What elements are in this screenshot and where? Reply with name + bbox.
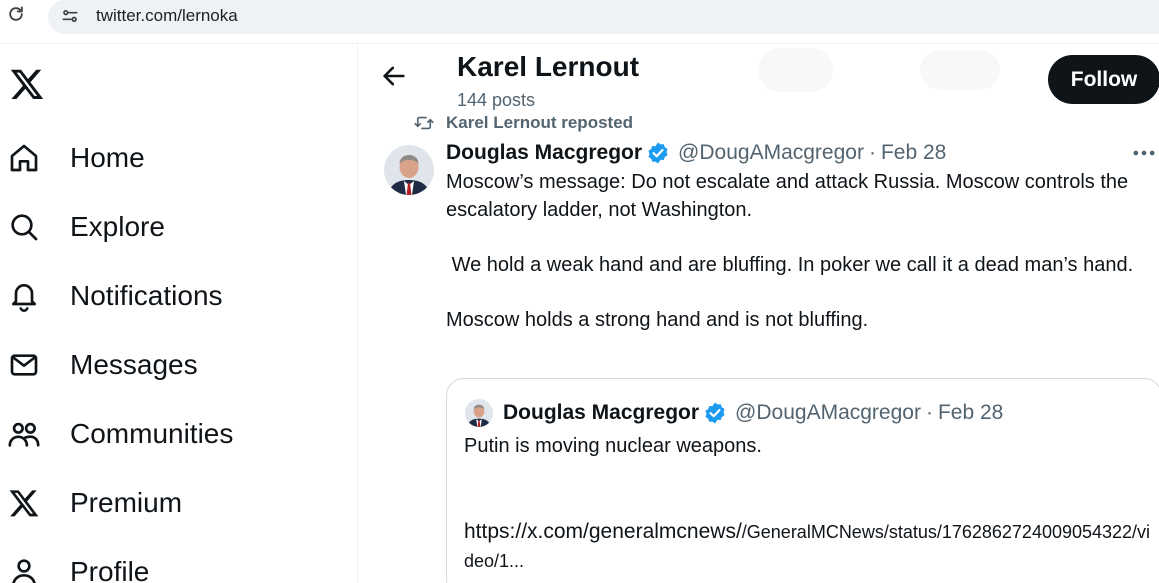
sidebar-item-label: Explore [70, 211, 165, 242]
envelope-icon [6, 347, 42, 383]
sidebar-item-messages[interactable]: Messages [6, 340, 306, 390]
sidebar-item-profile[interactable]: Profile [6, 547, 306, 583]
follow-button[interactable]: Follow [1048, 55, 1159, 104]
more-options-icon[interactable] [1130, 139, 1158, 167]
avatar [465, 399, 493, 427]
profile-name: Karel Lernout [457, 51, 640, 82]
bell-icon [6, 278, 42, 314]
search-icon [6, 209, 42, 245]
sidebar-item-communities[interactable]: Communities [6, 409, 306, 459]
post-count: 144 posts [457, 90, 536, 110]
separator: · [925, 401, 933, 424]
url-text[interactable]: twitter.com/lernoka [96, 6, 238, 26]
verified-badge-icon [705, 402, 725, 424]
sidebar-item-label: Communities [70, 418, 234, 449]
address-bar[interactable]: twitter.com/lernoka [48, 0, 1159, 34]
back-arrow-icon[interactable] [380, 62, 408, 90]
sidebar-item-label: Premium [70, 487, 183, 518]
people-icon [6, 416, 42, 452]
tweet-date[interactable]: Feb 28 [881, 141, 946, 165]
sidebar-item-explore[interactable]: Explore [6, 202, 306, 252]
header-backdrop [758, 48, 833, 92]
link-main[interactable]: https://x.com/generalmcnews/ [464, 520, 742, 543]
sidebar-item-home[interactable]: Home [6, 133, 306, 183]
header-backdrop [920, 50, 1000, 90]
browser-toolbar: twitter.com/lernoka [0, 0, 1159, 38]
verified-badge-icon[interactable] [646, 141, 670, 165]
sidebar-item-premium[interactable]: Premium [6, 478, 306, 528]
site-settings-icon[interactable] [60, 6, 80, 26]
sidebar-item-label: Messages [70, 349, 198, 380]
sidebar-item-notifications[interactable]: Notifications [6, 271, 306, 321]
repost-indicator: Karel Lernout reposted [414, 112, 633, 134]
x-logo[interactable] [8, 66, 46, 102]
quoted-tweet-header: Douglas Macgregor @DougAMacgregor · Feb … [503, 399, 1003, 427]
quoted-tweet[interactable]: Douglas Macgregor @DougAMacgregor · Feb … [446, 378, 1159, 583]
repost-label[interactable]: Karel Lernout reposted [446, 113, 633, 133]
quoted-tweet-link[interactable]: https://x.com/generalmcnews//GeneralMCNe… [464, 517, 1154, 576]
tweet-text: Moscow’s message: Do not escalate and at… [446, 171, 1134, 331]
avatar[interactable] [384, 145, 434, 195]
sidebar-item-label: Profile [70, 556, 150, 583]
home-icon [6, 140, 42, 176]
repost-icon [414, 116, 434, 130]
separator: · [868, 141, 876, 164]
quoted-author-name: Douglas Macgregor [503, 401, 700, 424]
person-icon [6, 554, 42, 583]
quoted-tweet-text: Putin is moving nuclear weapons. [464, 435, 762, 457]
author-name[interactable]: Douglas Macgregor [446, 141, 642, 165]
x-logo-icon [6, 485, 42, 521]
author-handle[interactable]: @DougAMacgregor [678, 141, 864, 165]
reload-icon[interactable] [6, 4, 26, 24]
tweet-header: Douglas Macgregor @DougAMacgregor · Feb … [446, 139, 946, 167]
quoted-tweet-date: Feb 28 [937, 401, 1004, 424]
sidebar: Home Explore Notifications Messages Comm… [0, 44, 358, 583]
sidebar-item-label: Home [70, 142, 145, 173]
sidebar-item-label: Notifications [70, 280, 223, 311]
main-column: Karel Lernout 144 posts Follow Karel Ler… [358, 44, 1159, 583]
quoted-author-handle: @DougAMacgregor [735, 401, 921, 424]
